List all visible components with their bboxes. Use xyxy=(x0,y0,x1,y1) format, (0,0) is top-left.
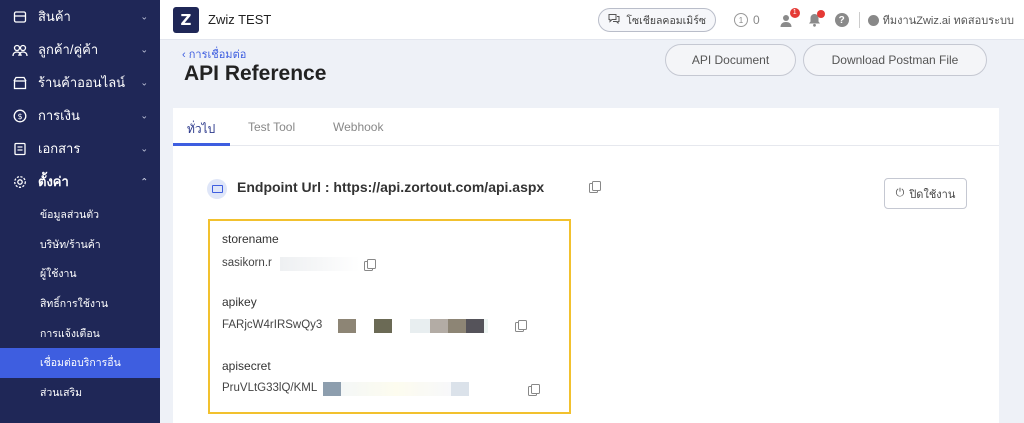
copy-icon[interactable] xyxy=(515,320,527,332)
apisecret-label: apisecret xyxy=(222,359,271,373)
chevron-down-icon: ⌄ xyxy=(140,11,148,21)
chat-icon xyxy=(608,13,620,27)
unread-dot xyxy=(816,10,825,18)
coin-balance[interactable]: 1 0 xyxy=(733,13,760,27)
redacted-block xyxy=(374,319,392,333)
disable-button-label: ปิดใช้งาน xyxy=(909,188,956,201)
power-icon: ⏻ xyxy=(895,187,905,199)
sidebar-item-label: ร้านค้าออนไลน์ xyxy=(38,75,126,90)
tab-general[interactable]: ทั่วไป xyxy=(187,120,215,139)
svg-text:$: $ xyxy=(17,112,22,121)
copy-icon[interactable] xyxy=(589,181,601,193)
redacted-block xyxy=(448,319,466,333)
sidebar-subitem-notifications[interactable]: การแจ้งเตือน xyxy=(0,318,160,348)
sidebar-item-products[interactable]: สินค้า ⌄ xyxy=(0,0,160,33)
redacted-block xyxy=(341,382,451,396)
social-commerce-label: โซเชียลคอมเมิร์ซ xyxy=(626,14,706,27)
sidebar-subitem-addons[interactable]: ส่วนเสริม xyxy=(0,378,160,408)
sidebar-item-finance[interactable]: $ การเงิน ⌄ xyxy=(0,99,160,132)
api-document-button[interactable]: API Document xyxy=(665,44,796,76)
sidebar-item-online-store[interactable]: ร้านค้าออนไลน์ ⌄ xyxy=(0,66,160,99)
sidebar-item-customers[interactable]: ลูกค้า/คู่ค้า ⌄ xyxy=(0,33,160,66)
copy-icon[interactable] xyxy=(364,259,376,271)
chevron-up-icon: ⌃ xyxy=(140,176,148,186)
redacted-block xyxy=(451,382,469,396)
tab-test-tool[interactable]: Test Tool xyxy=(248,120,295,134)
back-link-label: การเชื่อมต่อ xyxy=(188,49,247,61)
coin-icon: 1 xyxy=(733,13,748,27)
copy-icon[interactable] xyxy=(528,384,540,396)
chevron-down-icon: ⌄ xyxy=(140,77,148,87)
divider xyxy=(858,12,860,28)
api-card: ทั่วไป Test Tool Webhook Endpoint Url : … xyxy=(173,108,999,423)
sidebar-item-label: ตั้งค่า xyxy=(38,174,69,189)
help-icon[interactable]: ? xyxy=(834,13,849,27)
chevron-down-icon: ⌄ xyxy=(140,143,148,153)
storename-value[interactable]: sasikorn.r xyxy=(222,257,272,269)
gear-icon xyxy=(12,174,28,190)
app-logo[interactable]: Z xyxy=(173,6,199,33)
chevron-down-icon: ⌄ xyxy=(140,44,148,54)
sidebar-subitem-company[interactable]: บริษัท/ร้านค้า xyxy=(0,230,160,260)
page-title: API Reference xyxy=(184,62,327,85)
user-menu[interactable]: ทีมงานZwiz.ai ทดสอบระบบ xyxy=(867,11,1014,29)
social-commerce-button[interactable]: โซเชียลคอมเมิร์ซ xyxy=(598,8,716,32)
sidebar-subitem-profile[interactable]: ข้อมูลส่วนตัว xyxy=(0,200,160,230)
sidebar-subitem-integrations[interactable]: เชื่อมต่อบริการอื่น xyxy=(0,347,160,378)
coin-count: 0 xyxy=(752,13,760,27)
redacted-block xyxy=(280,257,360,271)
top-bar: Z Zwiz TEST โซเชียลคอมเมิร์ซ 1 0 1 ? ทีม… xyxy=(160,0,1024,40)
browser-icon xyxy=(207,179,227,199)
sidebar-item-label: ลูกค้า/คู่ค้า xyxy=(38,42,99,57)
redacted-block xyxy=(338,319,356,333)
chevron-left-icon: ‹ xyxy=(182,49,189,61)
download-postman-button[interactable]: Download Postman File xyxy=(803,44,987,76)
chevron-down-icon: ⌄ xyxy=(140,110,148,120)
tab-webhook[interactable]: Webhook xyxy=(333,120,383,134)
sidebar-subitem-users[interactable]: ผู้ใช้งาน xyxy=(0,259,160,289)
redacted-block xyxy=(430,319,448,333)
back-link[interactable]: ‹ การเชื่อมต่อ xyxy=(182,45,246,63)
sidebar-item-label: เอกสาร xyxy=(38,141,81,156)
active-tab-indicator xyxy=(173,143,230,146)
app-title: Zwiz TEST xyxy=(208,12,272,27)
sidebar: สินค้า ⌄ ลูกค้า/คู่ค้า ⌄ ร้านค้าออนไลน์ … xyxy=(0,0,160,423)
user-request-button[interactable]: 1 xyxy=(780,7,800,27)
sidebar-item-documents[interactable]: เอกสาร ⌄ xyxy=(0,132,160,165)
tab-bar: ทั่วไป Test Tool Webhook xyxy=(173,108,999,146)
dollar-icon: $ xyxy=(12,108,28,124)
notification-count-badge: 1 xyxy=(789,7,800,18)
sidebar-subitem-permissions[interactable]: สิทธิ์การใช้งาน xyxy=(0,289,160,319)
document-icon xyxy=(12,141,28,157)
sidebar-item-label: การเงิน xyxy=(38,108,80,123)
apikey-label: apikey xyxy=(222,295,257,309)
endpoint-url: Endpoint Url : https://api.zortout.com/a… xyxy=(237,179,545,195)
box-icon xyxy=(12,9,28,25)
user-name: ทีมงานZwiz.ai ทดสอบระบบ xyxy=(882,15,1014,27)
redacted-block xyxy=(323,382,341,396)
redacted-block xyxy=(410,319,430,333)
disable-button[interactable]: ⏻ ปิดใช้งาน xyxy=(884,178,967,209)
credentials-box: storename sasikorn.r apikey FARjcW4rIRSw… xyxy=(208,219,571,414)
sidebar-item-label: สินค้า xyxy=(38,9,71,24)
apisecret-value[interactable]: PruVLtG33lQ/KML xyxy=(222,382,317,394)
avatar xyxy=(867,14,879,26)
redacted-block xyxy=(466,319,484,333)
notification-bell-button[interactable] xyxy=(808,10,825,27)
settings-submenu: ข้อมูลส่วนตัว บริษัท/ร้านค้า ผู้ใช้งาน ส… xyxy=(0,200,160,407)
apikey-value[interactable]: FARjcW4rIRSwQy3 xyxy=(222,319,322,331)
storename-label: storename xyxy=(222,232,279,246)
store-icon xyxy=(12,75,28,91)
users-icon xyxy=(12,42,28,58)
sidebar-item-settings[interactable]: ตั้งค่า ⌃ xyxy=(0,165,160,198)
